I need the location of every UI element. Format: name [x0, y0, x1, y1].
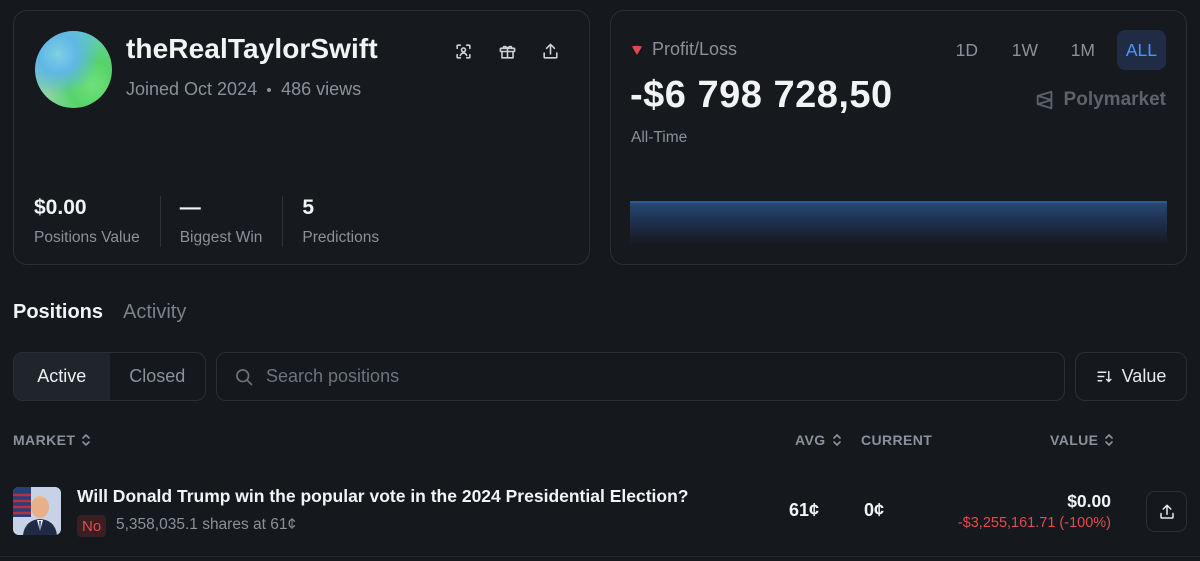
sort-label: Value	[1121, 366, 1167, 386]
stat-positions-value: $0.00 Positions Value	[34, 196, 160, 247]
stat-label: Predictions	[302, 229, 380, 246]
section-tabs: Positions Activity	[13, 301, 186, 324]
username: theRealTaylorSwift	[126, 33, 378, 64]
sort-toggle-icon	[1105, 434, 1114, 446]
sort-toggle-icon	[82, 434, 91, 446]
status-filter: Active Closed	[13, 352, 206, 401]
column-label: AVG	[795, 432, 826, 448]
sort-button[interactable]: Value	[1075, 352, 1187, 401]
view-count: 486 views	[281, 79, 362, 99]
column-avg[interactable]: AVG	[795, 432, 842, 448]
joined-date: Joined Oct 2024	[126, 79, 258, 99]
share-icon	[1159, 504, 1174, 519]
tab-activity[interactable]: Activity	[123, 301, 186, 324]
pnl-chart-line	[630, 201, 1167, 203]
separator-dot	[267, 87, 272, 92]
stat-value: —	[179, 196, 201, 219]
pnl-chart	[630, 201, 1167, 245]
column-label: CURRENT	[861, 432, 933, 448]
pnl-value: -$6 798 728,50	[630, 74, 893, 116]
range-1d[interactable]: 1D	[943, 30, 991, 70]
gift-icon[interactable]	[495, 39, 519, 63]
range-1w[interactable]: 1W	[1001, 30, 1049, 70]
column-label: VALUE	[1050, 432, 1099, 448]
pnl-header: Profit/Loss	[631, 39, 737, 60]
shares-info: 5,358,035.1 shares at 61¢	[116, 516, 297, 533]
outcome-badge: No	[77, 515, 107, 537]
search-box	[216, 352, 1065, 401]
brand: Polymarket	[1034, 89, 1166, 111]
filter-closed[interactable]: Closed	[110, 353, 206, 400]
stat-label: Biggest Win	[179, 229, 263, 246]
stat-value: 5	[302, 196, 315, 219]
sort-toggle-icon	[832, 434, 841, 446]
sort-icon	[1097, 370, 1112, 383]
share-icon[interactable]	[538, 39, 562, 63]
stat-value: $0.00	[34, 196, 87, 219]
market-thumbnail	[13, 487, 61, 535]
column-value[interactable]: VALUE	[1050, 432, 1114, 448]
position-value: $0.00	[1067, 491, 1111, 511]
column-current: CURRENT	[861, 432, 932, 448]
stat-biggest-win: — Biggest Win	[159, 196, 283, 247]
pnl-card: Profit/Loss -$6 798 728,50 All-Time 1D 1…	[610, 10, 1187, 265]
pnl-label: Profit/Loss	[652, 39, 738, 59]
down-triangle-icon	[632, 45, 642, 54]
market-title[interactable]: Will Donald Trump win the popular vote i…	[77, 486, 688, 507]
filter-active[interactable]: Active	[14, 353, 110, 400]
current-price: 0¢	[864, 500, 885, 520]
column-market[interactable]: MARKET	[13, 432, 91, 448]
stat-label: Positions Value	[34, 229, 140, 246]
pnl-period: All-Time	[631, 129, 688, 146]
column-label: MARKET	[13, 432, 76, 448]
profile-card: theRealTaylorSwift Joined Oct 2024 486 v…	[13, 10, 590, 265]
range-1m[interactable]: 1M	[1059, 30, 1107, 70]
brand-name: Polymarket	[1063, 89, 1166, 110]
stat-predictions: 5 Predictions	[282, 196, 399, 247]
row-divider	[0, 556, 1200, 557]
range-selector: 1D 1W 1M ALL	[943, 30, 1166, 70]
polymarket-logo-icon	[1036, 90, 1052, 110]
avg-price: 61¢	[789, 500, 820, 520]
profile-stats: $0.00 Positions Value — Biggest Win 5 Pr…	[34, 196, 399, 247]
scan-icon[interactable]	[451, 39, 475, 63]
range-all[interactable]: ALL	[1116, 30, 1166, 70]
profile-meta: Joined Oct 2024 486 views	[126, 79, 361, 100]
search-input[interactable]	[266, 366, 1046, 387]
share-position-button[interactable]	[1146, 491, 1187, 532]
avatar[interactable]	[35, 31, 112, 108]
position-change: -$3,255,161.71 (-100%)	[957, 515, 1111, 531]
search-icon	[236, 368, 253, 385]
tab-positions[interactable]: Positions	[13, 301, 103, 324]
